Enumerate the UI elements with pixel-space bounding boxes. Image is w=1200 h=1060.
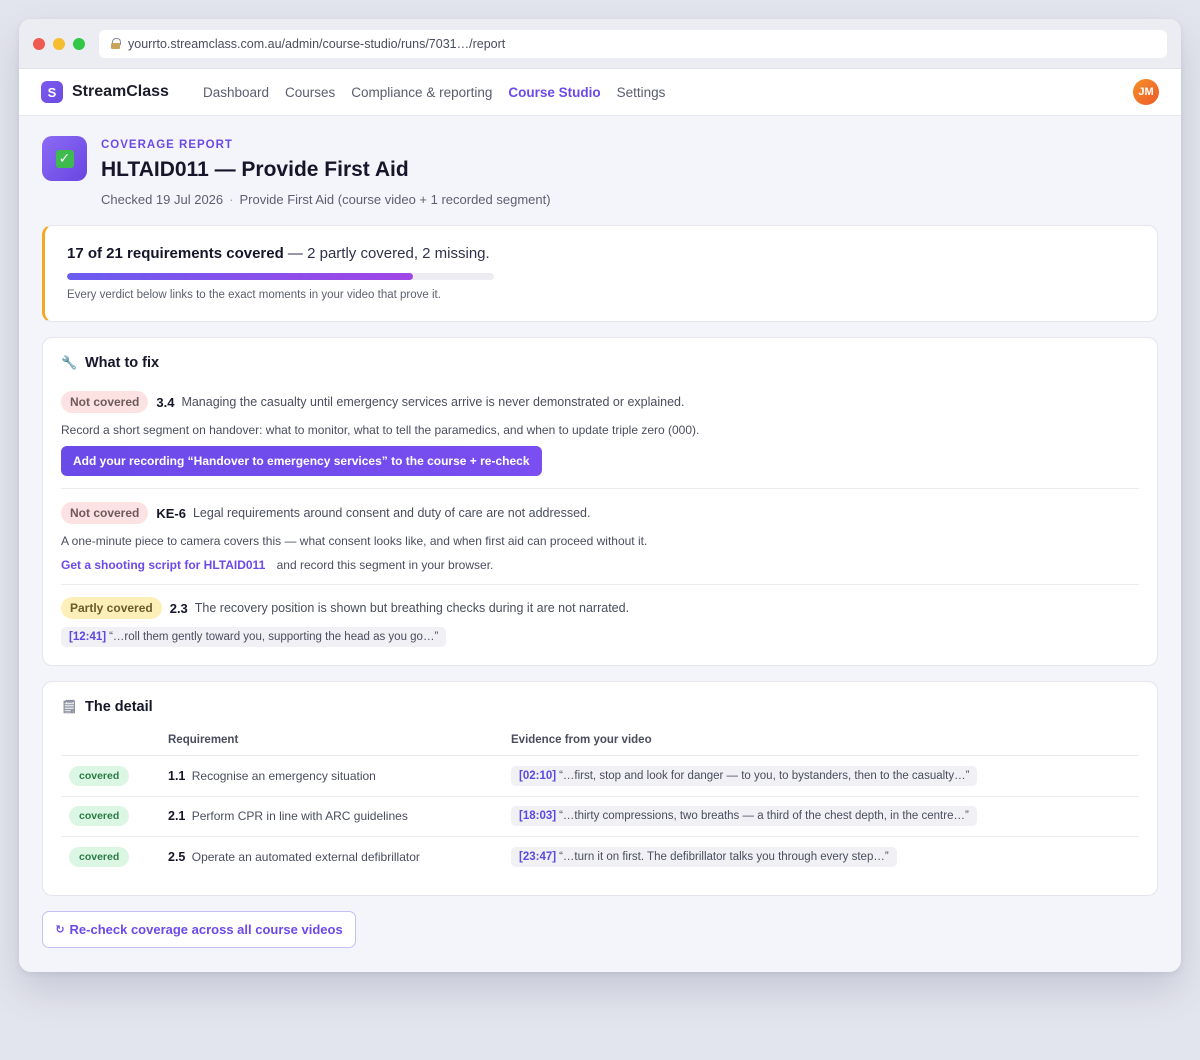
close-window-button[interactable]: [33, 37, 45, 50]
maximize-window-button[interactable]: [73, 37, 85, 50]
report-header: ✓ COVERAGE REPORT HLTAID011 — Provide Fi…: [42, 136, 1158, 207]
detail-table: Requirement Evidence from your video cov…: [61, 734, 1139, 877]
nav-link-settings[interactable]: Settings: [617, 85, 666, 100]
requirement-id: 2.5: [168, 850, 186, 864]
summary-note: Every verdict below links to the exact m…: [67, 289, 441, 301]
coverage-progress-bar: [67, 273, 494, 280]
nav-links: Dashboard Courses Compliance & reporting…: [203, 85, 665, 100]
requirement-id: 3.4: [156, 394, 175, 410]
requirement-text: Managing the casualty until emergency se…: [181, 395, 685, 409]
refresh-icon: ↻: [55, 924, 65, 936]
report-source: Provide First Aid (course video + 1 reco…: [239, 192, 551, 207]
summary-headline: 17 of 21 requirements covered: [67, 245, 284, 262]
status-badge: Not covered: [61, 502, 149, 524]
nav-link-courses[interactable]: Courses: [285, 85, 335, 100]
fix-item: Partly covered 2.3 The recovery position…: [61, 585, 1139, 647]
evidence-quote: “…first, stop and look for danger — to y…: [559, 769, 970, 782]
summary-detail: — 2 partly covered, 2 missing.: [283, 245, 490, 262]
summary-headline-row: 17 of 21 requirements covered — 2 partly…: [67, 245, 1135, 262]
detail-title: The detail: [85, 699, 153, 715]
status-badge: Partly covered: [61, 597, 162, 619]
what-to-fix-heading: 🔧 What to fix: [61, 355, 1139, 371]
check-box-icon: ✓: [55, 149, 74, 168]
detail-card: 🗒 The detail Requirement Evidence from y…: [42, 681, 1158, 896]
table-header-row: Requirement Evidence from your video: [61, 734, 1139, 756]
table-row: covered 2.1 Perform CPR in line with ARC…: [61, 796, 1139, 837]
detail-heading: 🗒 The detail: [61, 699, 1139, 715]
requirement-name: Operate an automated external defibrilla…: [191, 850, 420, 864]
window-controls: [33, 37, 85, 50]
requirement-column-header: Requirement: [168, 734, 511, 756]
fix-item: Not covered 3.4 Managing the casualty un…: [61, 371, 1139, 489]
requirement-name: Perform CPR in line with ARC guidelines: [191, 809, 408, 824]
streamclass-logo-icon[interactable]: S: [41, 81, 63, 103]
evidence-timestamp[interactable]: [23:47]: [519, 851, 556, 863]
shooting-script-suffix: and record this segment in your browser.: [276, 558, 494, 572]
report-icon: ✓: [42, 136, 87, 181]
top-navigation: S StreamClass Dashboard Courses Complian…: [19, 69, 1181, 116]
notepad-icon: 🗒: [61, 699, 78, 714]
checked-date: Checked 19 Jul 2026: [101, 192, 224, 207]
requirement-id: KE-6: [156, 505, 186, 521]
nav-link-course-studio[interactable]: Course Studio: [508, 85, 600, 100]
add-recording-button[interactable]: Add your recording “Handover to emergenc…: [61, 446, 542, 476]
requirement-text: Legal requirements around consent and du…: [192, 506, 591, 520]
nav-link-dashboard[interactable]: Dashboard: [203, 85, 269, 100]
requirement-id: 2.3: [169, 600, 188, 616]
status-badge: covered: [69, 806, 130, 827]
brand-name[interactable]: StreamClass: [72, 83, 169, 101]
requirement-text: The recovery position is shown but breat…: [194, 601, 630, 615]
subline-separator: ·: [229, 192, 234, 207]
browser-chrome: yourrto.streamclass.com.au/admin/course-…: [19, 19, 1181, 69]
requirement-id: 2.1: [168, 809, 186, 824]
shooting-script-link[interactable]: Get a shooting script for HLTAID011: [61, 558, 265, 572]
recheck-label: Re-check coverage across all course vide…: [69, 922, 343, 937]
requirement-name: Recognise an emergency situation: [191, 768, 376, 783]
evidence-quote: “…turn it on first. The defibrillator ta…: [559, 851, 889, 863]
fix-item-row: Partly covered 2.3 The recovery position…: [61, 597, 1139, 619]
minimize-window-button[interactable]: [53, 37, 65, 50]
url-text: yourrto.streamclass.com.au/admin/course-…: [128, 36, 506, 51]
what-to-fix-title: What to fix: [85, 355, 160, 371]
fix-item-row: Not covered 3.4 Managing the casualty un…: [61, 391, 1139, 413]
requirement-id: 1.1: [168, 768, 186, 783]
fix-item-row: Not covered KE-6 Legal requirements arou…: [61, 502, 1139, 524]
evidence-column-header: Evidence from your video: [511, 734, 1139, 756]
shooting-script-row: Get a shooting script for HLTAID011 and …: [61, 558, 1139, 572]
evidence-quote: “…roll them gently toward you, supportin…: [109, 631, 439, 643]
table-row: covered 2.5 Operate an automated externa…: [61, 837, 1139, 878]
fix-advice: A one-minute piece to camera covers this…: [61, 534, 648, 548]
page-title: HLTAID011 — Provide First Aid: [101, 158, 409, 181]
evidence-chip[interactable]: [12:41] “…roll them gently toward you, su…: [61, 627, 447, 647]
nav-link-compliance-reporting[interactable]: Compliance & reporting: [351, 85, 492, 100]
coverage-summary-card: 17 of 21 requirements covered — 2 partly…: [42, 225, 1158, 322]
evidence-chip[interactable]: [23:47] “…turn it on first. The defibrill…: [511, 847, 897, 867]
lock-icon: [111, 38, 121, 49]
main-content: ✓ COVERAGE REPORT HLTAID011 — Provide Fi…: [19, 136, 1181, 948]
recheck-coverage-button[interactable]: ↻ Re-check coverage across all course vi…: [42, 911, 356, 948]
report-subline: Checked 19 Jul 2026 · Provide First Aid (c…: [101, 192, 551, 207]
evidence-timestamp[interactable]: [18:03]: [519, 810, 556, 822]
address-bar[interactable]: yourrto.streamclass.com.au/admin/course-…: [99, 29, 1167, 58]
what-to-fix-card: 🔧 What to fix Not covered 3.4 Managing t…: [42, 337, 1158, 666]
table-row: covered 1.1 Recognise an emergency situa…: [61, 755, 1139, 797]
evidence-timestamp[interactable]: [02:10]: [519, 770, 556, 782]
coverage-progress-fill: [67, 273, 413, 280]
report-eyebrow: COVERAGE REPORT: [101, 139, 233, 151]
fix-advice: Record a short segment on handover: what…: [61, 423, 700, 437]
status-badge: Not covered: [61, 391, 149, 413]
status-badge: covered: [69, 765, 130, 786]
status-badge: covered: [69, 847, 130, 867]
evidence-chip[interactable]: [18:03] “…thirty compressions, two breath…: [511, 806, 977, 827]
evidence-chip[interactable]: [02:10] “…first, stop and look for danger…: [511, 765, 978, 786]
status-column-header: [61, 734, 168, 756]
evidence-timestamp[interactable]: [12:41]: [69, 631, 106, 643]
wrench-icon: 🔧: [61, 355, 78, 370]
user-avatar[interactable]: JM: [1133, 79, 1159, 105]
browser-window: yourrto.streamclass.com.au/admin/course-…: [19, 19, 1181, 972]
evidence-quote: “…thirty compressions, two breaths — a t…: [559, 810, 969, 823]
fix-item: Not covered KE-6 Legal requirements arou…: [61, 489, 1139, 585]
